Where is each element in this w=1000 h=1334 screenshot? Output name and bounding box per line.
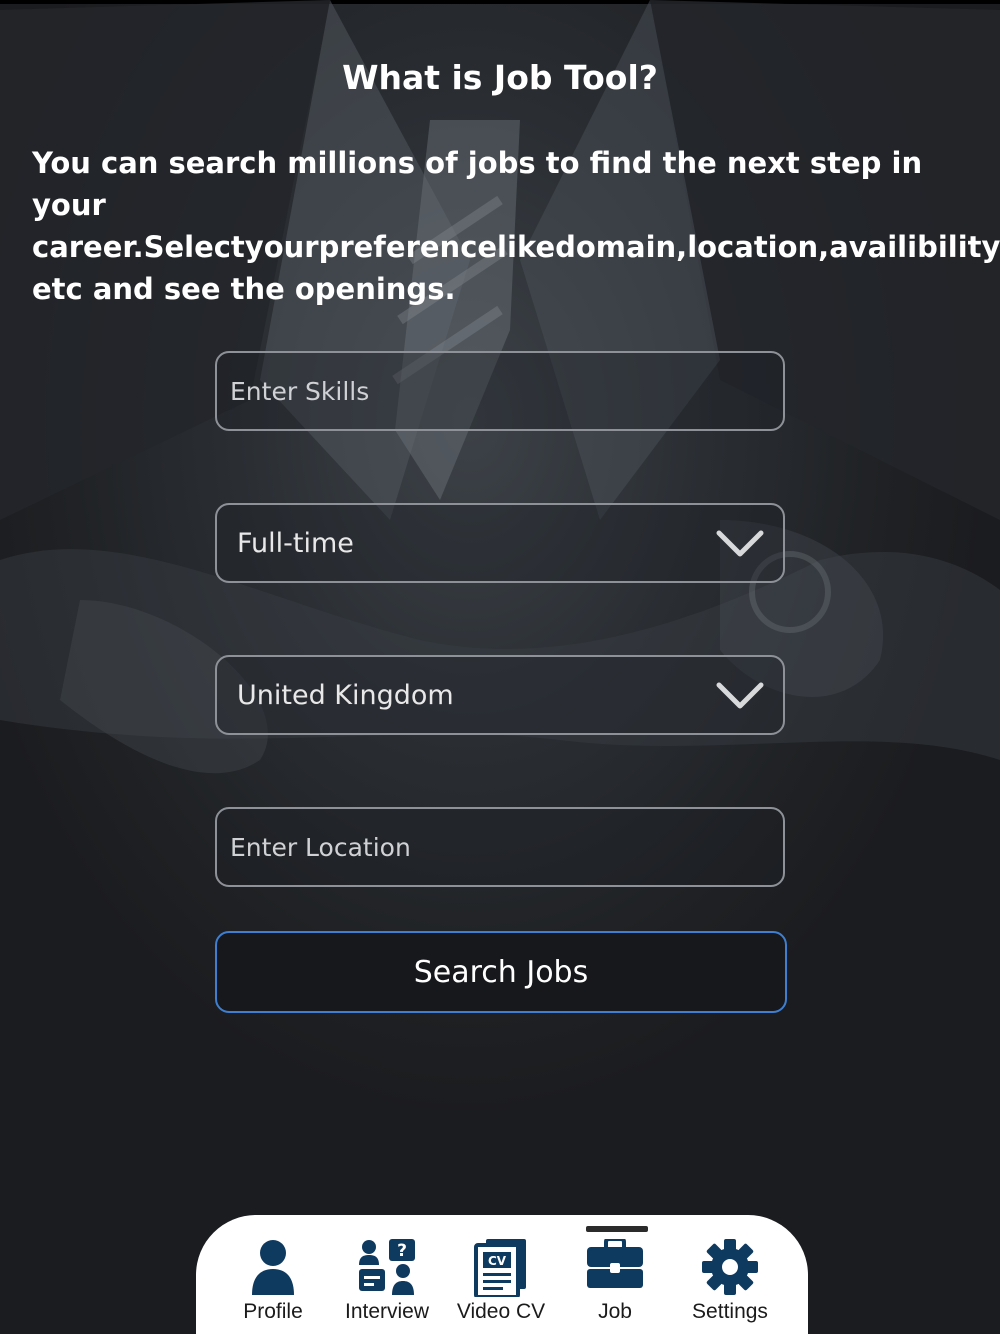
nav-item-interview[interactable]: ? Interview — [332, 1215, 442, 1334]
page-title: What is Job Tool? — [342, 58, 658, 97]
page-description: You can search millions of jobs to find … — [32, 146, 1000, 306]
briefcase-icon — [587, 1239, 643, 1288]
person-icon — [252, 1240, 294, 1295]
nav-item-settings[interactable]: Settings — [675, 1215, 785, 1334]
job-tool-screen: What is Job Tool? You can search million… — [0, 0, 1000, 1334]
gear-icon — [702, 1239, 758, 1295]
job-type-value: Full-time — [237, 528, 354, 559]
nav-item-profile[interactable]: Profile — [218, 1215, 328, 1334]
nav-item-video-cv[interactable]: CV Video CV — [446, 1215, 556, 1334]
chevron-down-icon — [716, 682, 764, 709]
skills-input[interactable] — [217, 353, 783, 429]
nav-label: Interview — [344, 1300, 430, 1323]
chevron-down-icon — [716, 530, 764, 557]
nav-label: Settings — [692, 1300, 768, 1323]
interview-icon: ? — [359, 1239, 415, 1295]
nav-label: Job — [598, 1300, 632, 1323]
svg-text:?: ? — [397, 1241, 407, 1261]
bottom-navigation: Profile ? Interview CV Video CV Job Sett… — [196, 1215, 808, 1334]
nav-label: Profile — [243, 1300, 303, 1323]
job-type-select[interactable]: Full-time — [215, 503, 785, 583]
nav-label: Video CV — [456, 1300, 546, 1323]
skills-input-box[interactable] — [215, 351, 785, 431]
cv-document-icon: CV — [474, 1239, 526, 1297]
nav-item-job[interactable]: Job — [560, 1215, 670, 1334]
location-input-box[interactable] — [215, 807, 785, 887]
search-jobs-button[interactable]: Search Jobs — [215, 931, 787, 1013]
country-value: United Kingdom — [237, 680, 454, 711]
svg-text:CV: CV — [488, 1254, 507, 1268]
country-select[interactable]: United Kingdom — [215, 655, 785, 735]
location-input[interactable] — [217, 809, 783, 885]
